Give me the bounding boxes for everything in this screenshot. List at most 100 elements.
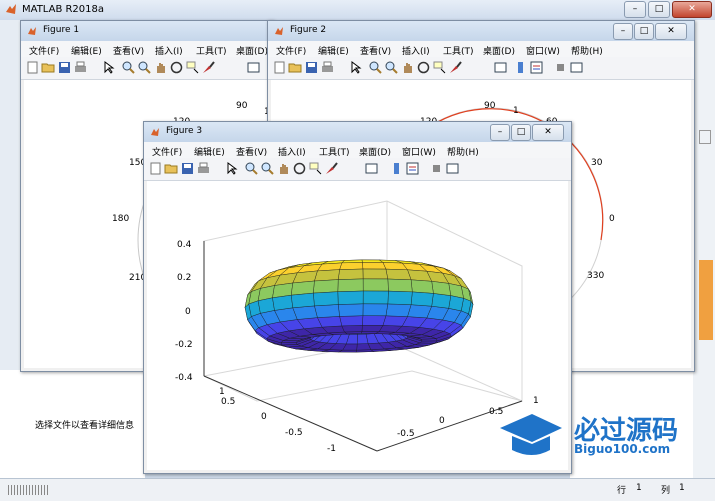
legend-icon[interactable] (405, 161, 420, 176)
save-icon[interactable] (304, 60, 319, 75)
surface-patch (410, 291, 434, 307)
menu-file[interactable]: 文件(F) (276, 44, 306, 57)
menu-desktop[interactable]: 桌面(D) (359, 145, 391, 158)
figure-3-menubar: 文件(F) 编辑(E) 查看(V) 插入(I) 工具(T) 桌面(D) 窗口(W… (144, 142, 571, 158)
figure-1-titlebar[interactable]: Figure 1 (21, 21, 273, 41)
menu-desktop[interactable]: 桌面(D) (483, 44, 515, 57)
menu-help[interactable]: 帮助(H) (447, 145, 479, 158)
x-tick-1: 1 (219, 387, 225, 397)
graduation-cap-icon (500, 414, 562, 455)
brush-icon[interactable] (201, 60, 216, 75)
panel-close-icon[interactable] (699, 130, 711, 144)
link-plot-icon[interactable] (364, 161, 379, 176)
zoom-in-icon[interactable] (244, 161, 259, 176)
new-figure-icon[interactable] (272, 60, 287, 75)
surface-patch (362, 303, 389, 317)
menu-edit[interactable]: 编辑(E) (71, 44, 102, 57)
data-cursor-icon[interactable] (185, 60, 200, 75)
menu-view[interactable]: 查看(V) (236, 145, 267, 158)
hide-tools-icon[interactable] (553, 60, 568, 75)
pan-icon[interactable] (400, 60, 415, 75)
menu-window[interactable]: 窗口(W) (402, 145, 436, 158)
new-figure-icon[interactable] (25, 60, 40, 75)
menu-file[interactable]: 文件(F) (152, 145, 182, 158)
figure-2-toolbar (268, 57, 694, 80)
polar-label-180: 180 (112, 214, 130, 224)
new-figure-icon[interactable] (148, 161, 163, 176)
figure-3-minimize-button[interactable]: – (490, 124, 510, 141)
menu-window[interactable]: 窗口(W) (526, 44, 560, 57)
rotate-icon[interactable] (416, 60, 431, 75)
status-grip-icon (8, 485, 48, 495)
menu-insert[interactable]: 插入(I) (155, 44, 183, 57)
menu-help[interactable]: 帮助(H) (571, 44, 603, 57)
link-plot-icon[interactable] (493, 60, 508, 75)
menu-tools[interactable]: 工具(T) (319, 145, 350, 158)
colorbar-icon[interactable] (389, 161, 404, 176)
app-title: MATLAB R2018a (22, 4, 105, 15)
surface-patch (385, 303, 412, 317)
legend-icon[interactable] (529, 60, 544, 75)
open-file-icon[interactable] (288, 60, 303, 75)
surface-patch (361, 325, 384, 332)
zoom-in-icon[interactable] (121, 60, 136, 75)
zoom-in-icon[interactable] (368, 60, 383, 75)
menu-file[interactable]: 文件(F) (29, 44, 59, 57)
pan-icon[interactable] (276, 161, 291, 176)
print-icon[interactable] (73, 60, 88, 75)
menu-tools[interactable]: 工具(T) (196, 44, 227, 57)
surface-patch (272, 294, 294, 311)
figure-2-close-button[interactable]: ✕ (655, 23, 687, 40)
figure-3-titlebar[interactable]: Figure 3 – □ ✕ (144, 122, 571, 142)
figure-2-minimize-button[interactable]: – (613, 23, 633, 40)
pointer-icon[interactable] (101, 60, 116, 75)
brush-icon[interactable] (448, 60, 463, 75)
rotate-icon[interactable] (292, 161, 307, 176)
main-titlebar: MATLAB R2018a (0, 0, 715, 21)
pointer-icon[interactable] (348, 60, 363, 75)
figure-icon (275, 27, 283, 35)
figure-2-maximize-button[interactable]: □ (634, 23, 654, 40)
figure-1-toolbar (21, 57, 273, 80)
print-icon[interactable] (196, 161, 211, 176)
data-cursor-icon[interactable] (308, 161, 323, 176)
brush-icon[interactable] (324, 161, 339, 176)
main-maximize-button[interactable]: □ (648, 1, 670, 18)
menu-view[interactable]: 查看(V) (360, 44, 391, 57)
colorbar-icon[interactable] (513, 60, 528, 75)
zoom-out-icon[interactable] (137, 60, 152, 75)
menu-insert[interactable]: 插入(I) (278, 145, 306, 158)
pan-icon[interactable] (153, 60, 168, 75)
status-col-value: 1 (679, 483, 685, 493)
link-plot-icon[interactable] (246, 60, 261, 75)
menu-view[interactable]: 查看(V) (113, 44, 144, 57)
data-cursor-icon[interactable] (432, 60, 447, 75)
surface-patch (339, 315, 364, 327)
save-icon[interactable] (180, 161, 195, 176)
surface-patch (356, 333, 369, 345)
menu-tools[interactable]: 工具(T) (443, 44, 474, 57)
menu-desktop[interactable]: 桌面(D) (236, 44, 268, 57)
open-file-icon[interactable] (41, 60, 56, 75)
menu-edit[interactable]: 编辑(E) (194, 145, 225, 158)
print-icon[interactable] (320, 60, 335, 75)
figure-2-titlebar[interactable]: Figure 2 – □ ✕ (268, 21, 694, 41)
pointer-icon[interactable] (224, 161, 239, 176)
rotate-icon[interactable] (169, 60, 184, 75)
menu-insert[interactable]: 插入(I) (402, 44, 430, 57)
figure-3-close-button[interactable]: ✕ (532, 124, 564, 141)
main-minimize-button[interactable]: – (624, 1, 646, 18)
hide-tools-icon[interactable] (429, 161, 444, 176)
save-icon[interactable] (57, 60, 72, 75)
main-close-button[interactable]: ✕ (672, 1, 712, 18)
zoom-out-icon[interactable] (260, 161, 275, 176)
open-file-icon[interactable] (164, 161, 179, 176)
show-tools-icon[interactable] (569, 60, 584, 75)
surface-patch (410, 279, 434, 294)
menu-edit[interactable]: 编辑(E) (318, 44, 349, 57)
torus-mesh (244, 259, 474, 353)
zoom-out-icon[interactable] (384, 60, 399, 75)
show-tools-icon[interactable] (445, 161, 460, 176)
y-tick-0: 0 (439, 416, 445, 426)
figure-3-maximize-button[interactable]: □ (511, 124, 531, 141)
